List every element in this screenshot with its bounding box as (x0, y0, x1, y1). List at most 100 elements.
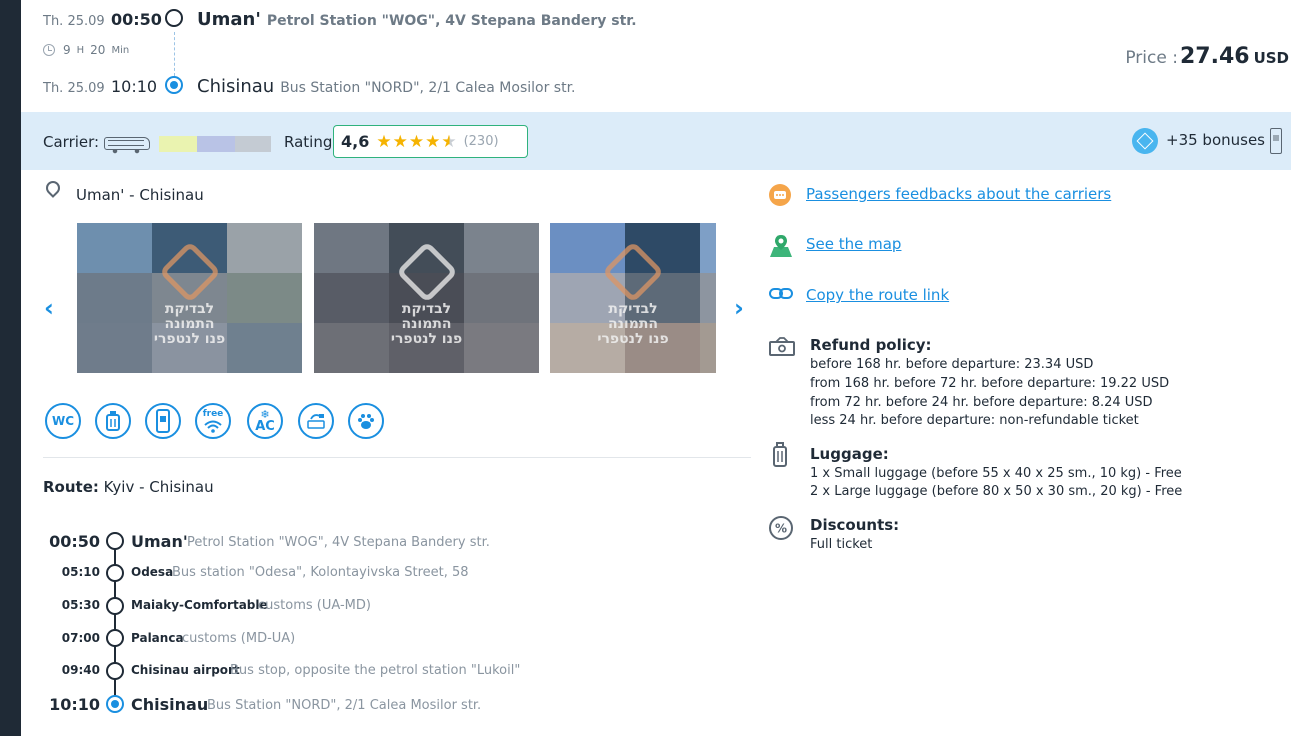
stop-city: Chisinau (131, 695, 209, 714)
duration-minutes: 20 (90, 43, 106, 57)
bus-icon (104, 137, 150, 154)
copy-route-link[interactable]: Copy the route link (806, 286, 949, 304)
stop-city: Uman' (131, 532, 188, 551)
e-ticket-phone-icon (145, 403, 181, 439)
location-text: Uman' - Chisinau (76, 186, 204, 204)
stop-circle-icon (106, 564, 124, 582)
carrier-band: Carrier: Rating: 4,6 ★★★★★ (230) +35 bon… (21, 112, 1291, 170)
bonuses-text: +35 bonuses (1166, 131, 1265, 149)
carrier-label: Carrier: (43, 133, 100, 151)
trip-summary: Th. 25.09 00:50 Uman' Petrol Station "WO… (21, 0, 1291, 112)
pets-allowed-icon (348, 403, 384, 439)
gallery-next-arrow[interactable]: › (734, 294, 744, 322)
duration-hours-unit: H (76, 44, 85, 56)
refund-line: before 168 hr. before departure: 23.34 U… (810, 357, 1094, 372)
stop-time: 07:00 (61, 631, 100, 645)
price: Price :27.46 USD (1125, 44, 1289, 69)
bus-photo-3[interactable]: לבדיקת התמונה פנו לנטפרי (550, 223, 716, 373)
power-socket-icon (298, 403, 334, 439)
discounts-title: Discounts: (810, 516, 900, 534)
bus-photo-1[interactable]: לבדיקת התמונה פנו לנטפרי (77, 223, 302, 373)
stop-time: 10:10 (49, 695, 100, 714)
departure-address: Petrol Station "WOG", 4V Stepana Bandery… (266, 13, 637, 29)
duration-minutes-unit: Min (111, 44, 130, 56)
left-sidebar-strip (0, 0, 21, 736)
e-ticket-icon (1270, 128, 1282, 154)
arrival-time: 10:10 (111, 77, 158, 96)
luggage-icon (768, 441, 792, 467)
stop-address: Bus station "Odesa", Kolontayivska Stree… (172, 565, 469, 580)
stop-address: Petrol Station "WOG", 4V Stepana Bandery… (187, 535, 490, 550)
stop-circle-icon (106, 629, 124, 647)
trip-duration: 9 H 20 Min (43, 43, 129, 57)
chat-bubble-icon (768, 183, 792, 207)
link-chain-icon (768, 284, 793, 308)
star-icon: ★ (376, 131, 393, 152)
refund-line: from 72 hr. before 24 hr. before departu… (810, 395, 1153, 410)
location-pin-icon (43, 178, 63, 198)
stop-circle-active-icon (106, 695, 124, 713)
price-value: 27.46 (1179, 44, 1250, 69)
stop-time: 00:50 (49, 532, 100, 551)
map-icon (768, 233, 792, 257)
arrival-row: Th. 25.09 10:10 Chisinau Bus Station "NO… (43, 76, 576, 97)
arrival-city: Chisinau (197, 76, 275, 97)
luggage-line: 2 x Large luggage (before 80 x 50 x 30 s… (810, 484, 1183, 499)
route-label: Route: Kyiv - Chisinau (43, 478, 214, 496)
gallery-prev-arrow[interactable]: ‹ (44, 294, 54, 322)
percent-discount-icon: % (768, 515, 793, 540)
stop-city: Odesa (131, 565, 174, 579)
departure-circle-icon (165, 9, 183, 27)
luggage-title: Luggage: (810, 445, 889, 463)
bonus-icon (1132, 128, 1158, 154)
refund-line: less 24 hr. before departure: non-refund… (810, 413, 1139, 428)
stop-circle-icon (106, 532, 124, 550)
price-currency: USD (1253, 49, 1289, 67)
price-label: Price : (1125, 48, 1178, 68)
stop-circle-icon (106, 662, 124, 680)
rating-box[interactable]: 4,6 ★★★★★ (230) (333, 125, 528, 158)
usb-charger-icon (95, 403, 131, 439)
departure-row: Th. 25.09 00:50 Uman' Petrol Station "WO… (43, 9, 637, 30)
passengers-feedbacks-link[interactable]: Passengers feedbacks about the carriers (806, 185, 1111, 203)
bus-photo-2[interactable]: לבדיקת התמונה פנו לנטפרי (314, 223, 539, 373)
stop-city: Chisinau airport (131, 663, 240, 677)
arrival-circle-icon (165, 76, 183, 94)
duration-hours: 9 (63, 43, 71, 57)
refund-cash-icon (768, 336, 795, 360)
stop-circle-icon (106, 597, 124, 615)
refund-policy-title: Refund policy: (810, 336, 932, 354)
half-star-icon: ★ (441, 131, 458, 152)
arrival-date: Th. 25.09 (43, 81, 105, 96)
departure-date: Th. 25.09 (43, 14, 105, 29)
stop-time: 05:30 (61, 598, 100, 612)
departure-time: 00:50 (111, 10, 162, 29)
rating-stars: ★★★★★ (376, 132, 457, 152)
arrival-address: Bus Station "NORD", 2/1 Calea Mosilor st… (280, 80, 576, 96)
departure-city: Uman' (197, 9, 261, 30)
svg-text:%: % (775, 522, 787, 536)
stop-time: 05:10 (61, 565, 100, 579)
section-divider (43, 457, 751, 458)
star-icon: ★ (408, 131, 426, 152)
stop-address: customs (MD-UA) (182, 631, 296, 646)
luggage-line: 1 x Small luggage (before 55 x 40 x 25 s… (810, 466, 1182, 481)
route-dashed-line (174, 32, 175, 76)
refund-line: from 168 hr. before 72 hr. before depart… (810, 376, 1170, 391)
air-conditioning-icon: ❄ AC (247, 403, 283, 439)
rating-label: Rating: (284, 133, 338, 151)
clock-icon (43, 44, 55, 56)
stop-address: customs (UA-MD) (258, 598, 371, 613)
see-the-map-link[interactable]: See the map (806, 235, 901, 253)
rating-value: 4,6 (341, 132, 370, 151)
rating-count: (230) (463, 134, 499, 149)
discounts-value: Full ticket (810, 537, 873, 552)
stop-time: 09:40 (61, 663, 100, 677)
star-icon: ★ (425, 131, 442, 152)
wc-icon: WC (45, 403, 81, 439)
free-wifi-icon: free (195, 403, 231, 439)
stop-city: Palanca (131, 631, 184, 645)
stop-city: Maiaky-Comfortable (131, 598, 268, 612)
carrier-logo[interactable] (159, 136, 271, 152)
route-value: Kyiv - Chisinau (103, 478, 214, 496)
